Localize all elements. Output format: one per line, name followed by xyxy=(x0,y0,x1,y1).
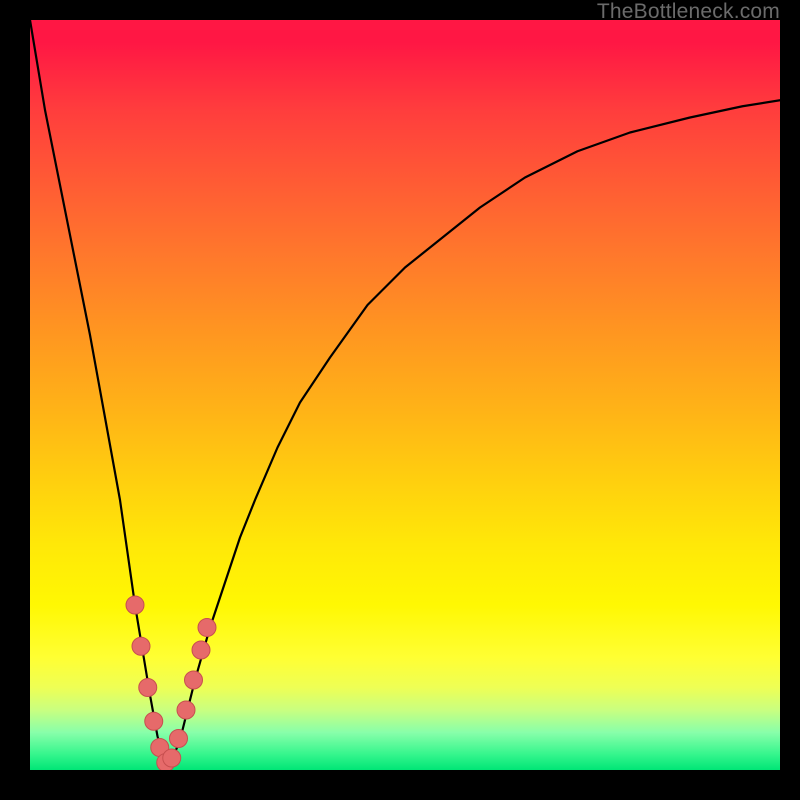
marker-point xyxy=(192,641,210,659)
chart-frame: TheBottleneck.com xyxy=(0,0,800,800)
marker-point xyxy=(145,712,163,730)
marker-point xyxy=(198,619,216,637)
marker-point xyxy=(177,701,195,719)
chart-svg xyxy=(30,20,780,770)
marker-point xyxy=(163,749,181,767)
marker-group xyxy=(126,596,216,770)
plot-area xyxy=(30,20,780,770)
marker-point xyxy=(132,637,150,655)
marker-point xyxy=(185,671,203,689)
marker-point xyxy=(139,679,157,697)
marker-point xyxy=(170,730,188,748)
marker-point xyxy=(126,596,144,614)
watermark-label: TheBottleneck.com xyxy=(597,0,780,24)
